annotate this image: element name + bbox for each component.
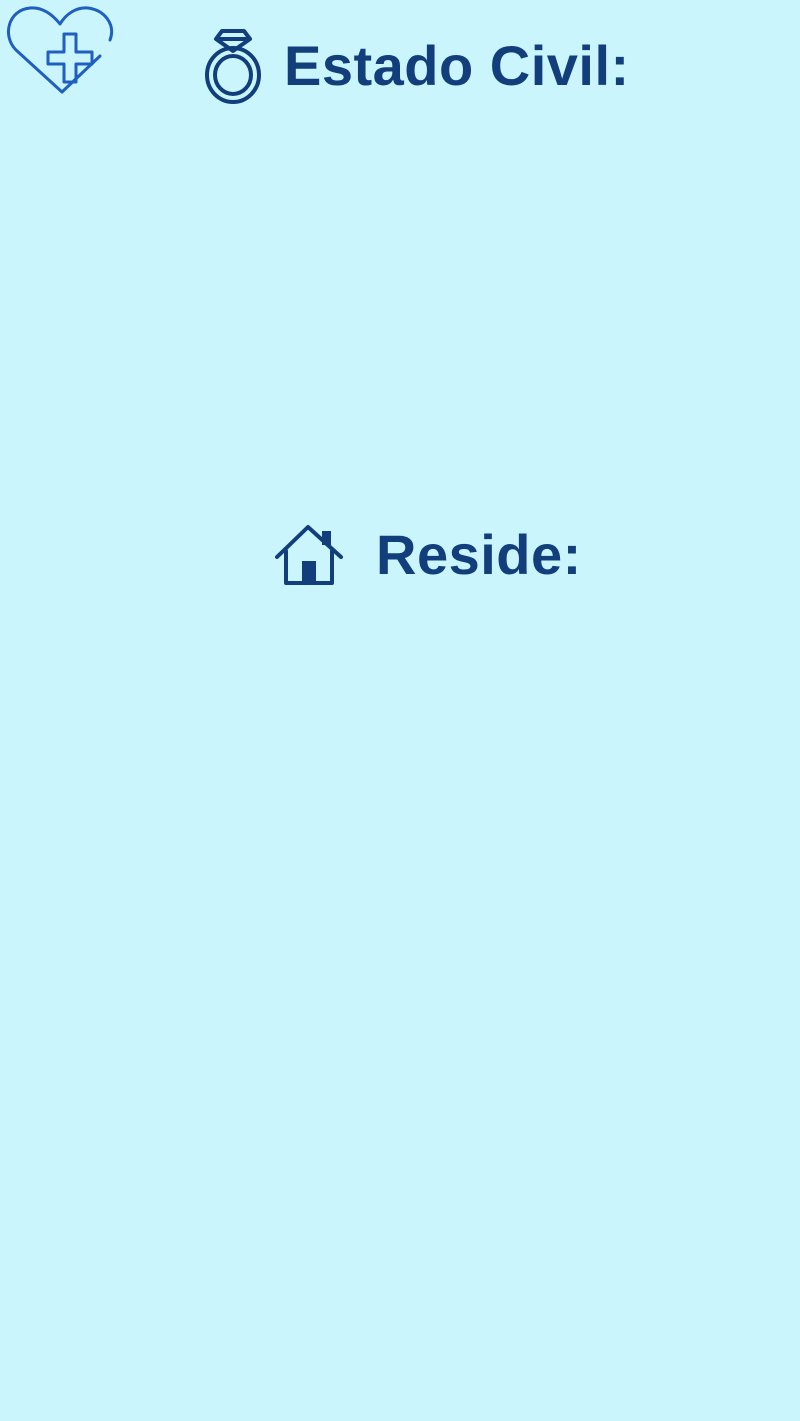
heart-plus-icon bbox=[4, 4, 116, 96]
logo bbox=[4, 4, 116, 96]
estado-civil-content bbox=[0, 110, 800, 510]
reside-label: Reside: bbox=[376, 523, 582, 586]
reside-header: Reside: bbox=[274, 522, 582, 588]
reside-content bbox=[0, 600, 800, 1400]
house-icon bbox=[274, 523, 344, 587]
estado-civil-label: Estado Civil: bbox=[284, 34, 630, 97]
estado-civil-header: Estado Civil: bbox=[202, 26, 630, 106]
ring-icon bbox=[202, 27, 264, 105]
